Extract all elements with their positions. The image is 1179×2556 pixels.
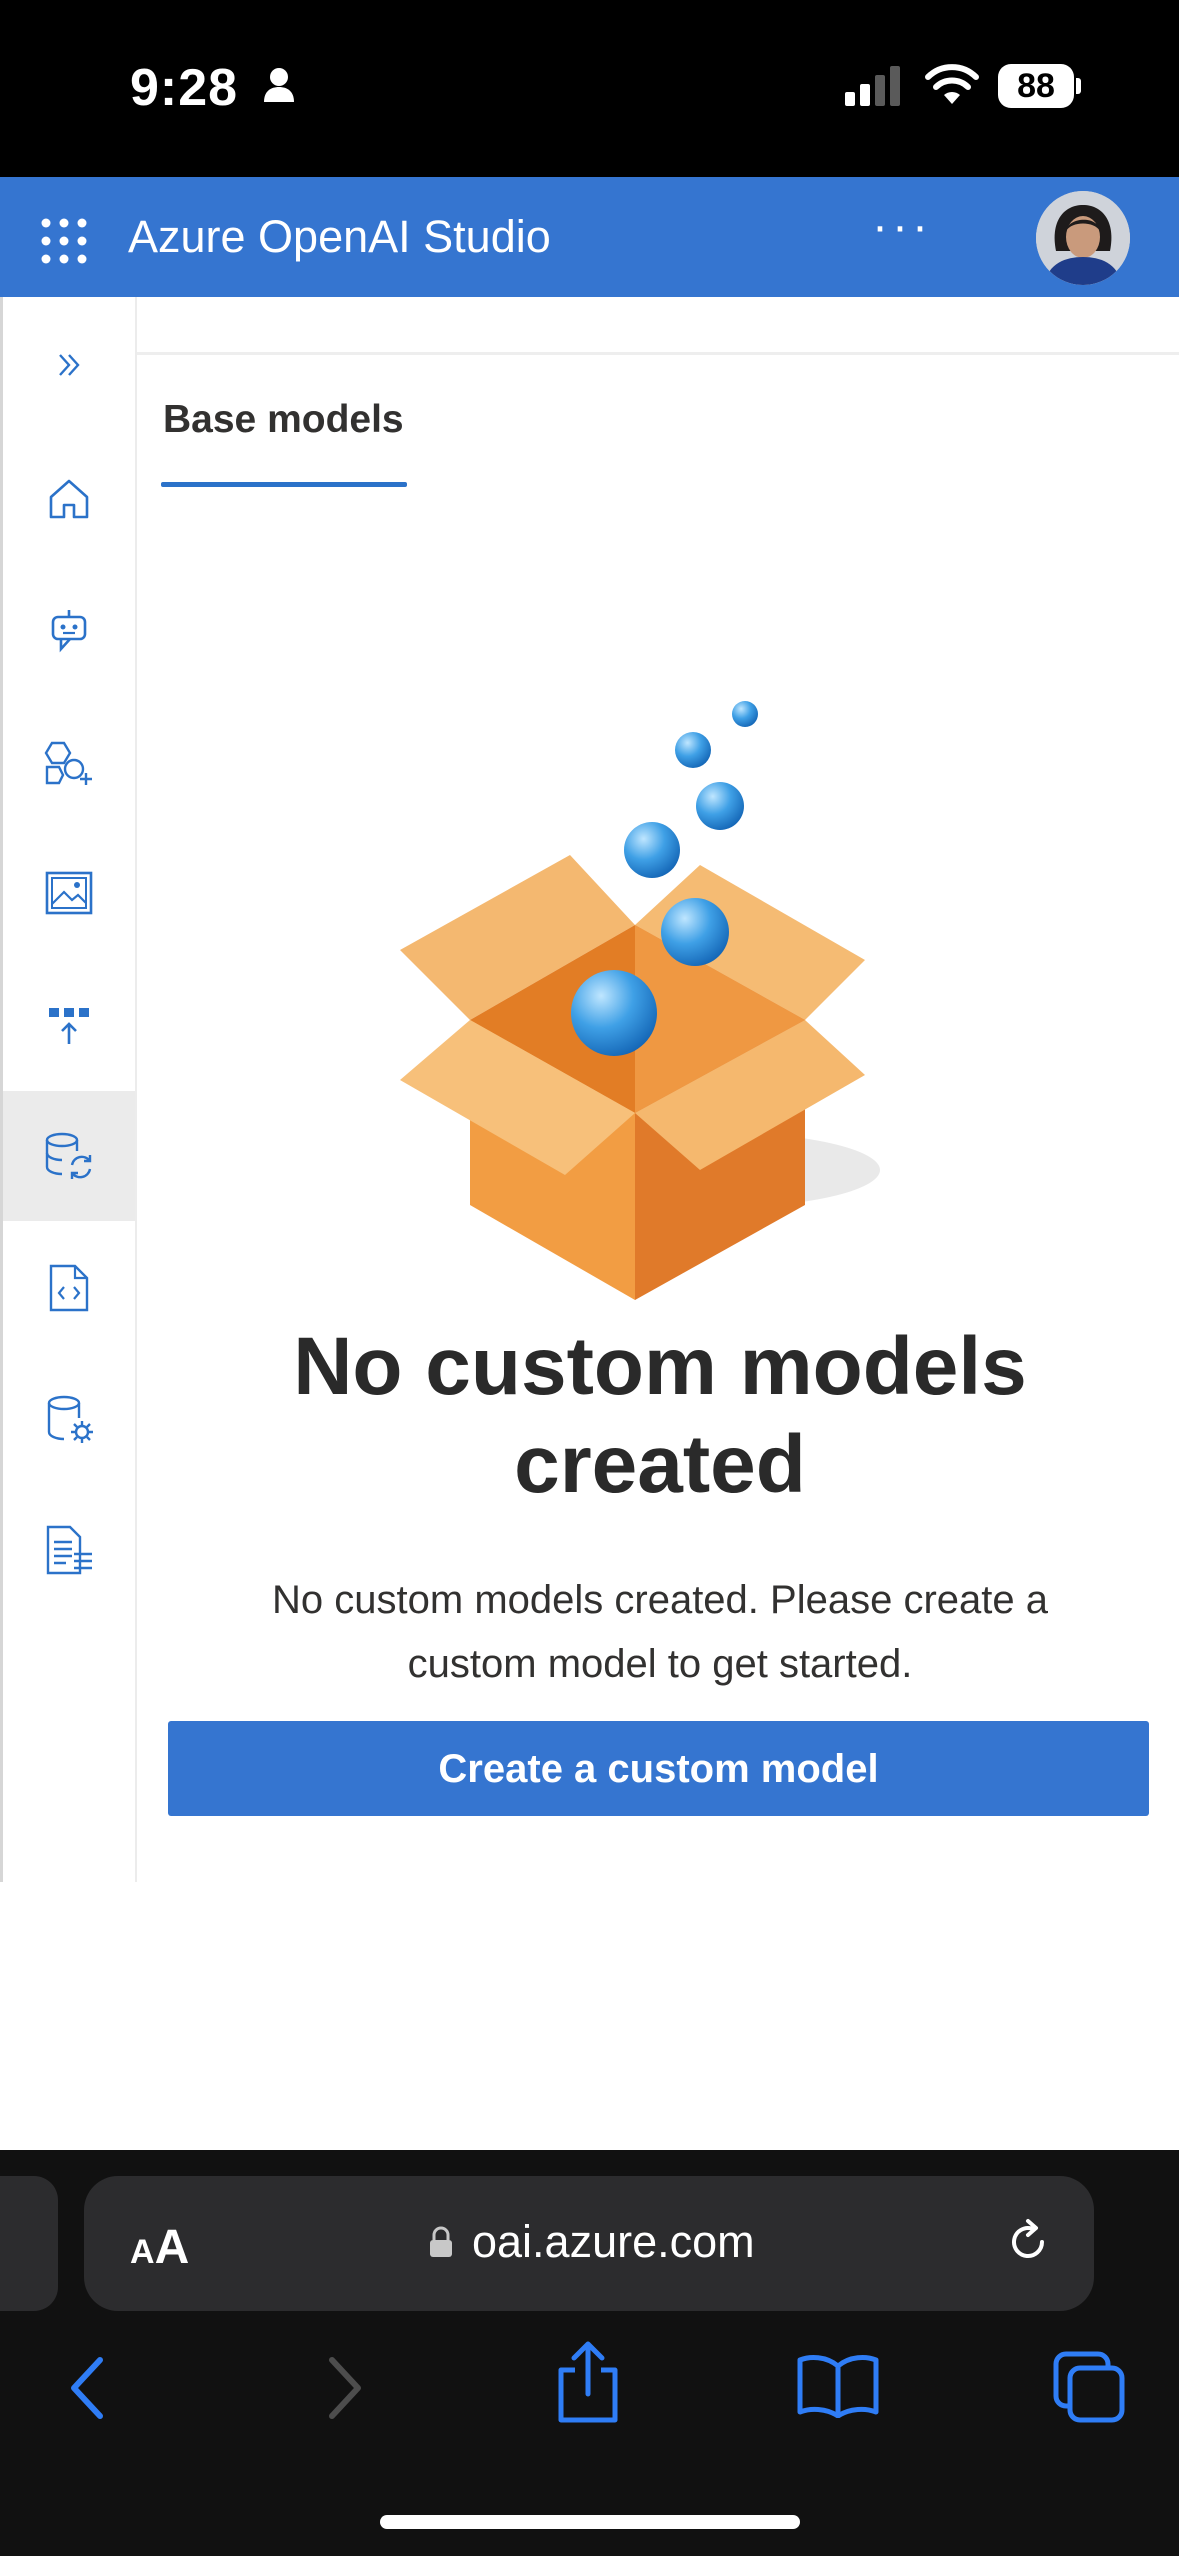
sidebar-item-images[interactable]	[3, 828, 135, 958]
image-icon	[45, 871, 93, 915]
app-header: Azure OpenAI Studio ···	[0, 177, 1179, 297]
battery-cap	[1076, 78, 1081, 94]
aa-small-label: A	[130, 2233, 155, 2271]
data-settings-icon	[47, 1395, 93, 1443]
reload-icon[interactable]	[1002, 2216, 1054, 2268]
aa-large-label: A	[154, 2221, 190, 2274]
home-icon	[49, 479, 89, 519]
sidebar-item-code[interactable]	[3, 1223, 135, 1353]
cellular-signal-icon	[845, 66, 900, 106]
empty-state-title: No custom models created	[293, 1321, 1027, 1510]
lock-icon	[430, 2226, 452, 2257]
models-sync-icon	[45, 1132, 92, 1179]
deployments-icon	[49, 1008, 89, 1044]
url-text: oai.azure.com	[472, 2216, 755, 2267]
sidebar-item-chat[interactable]	[3, 565, 135, 695]
tabs-icon[interactable]	[1052, 2350, 1126, 2424]
sidebar-item-data-files[interactable]	[3, 1354, 135, 1484]
status-bar: 9:28 88	[0, 0, 1179, 177]
share-icon[interactable]	[553, 2340, 623, 2424]
app-launcher-icon[interactable]	[40, 217, 88, 265]
sidebar-item-playground[interactable]	[3, 697, 135, 827]
chatbot-icon	[51, 610, 87, 653]
sidebar-item-quotas[interactable]	[3, 1485, 135, 1615]
sidebar-item-models[interactable]	[3, 1091, 135, 1221]
empty-state-description: No custom models created. Please create …	[272, 1578, 1048, 1686]
shapes-add-icon	[44, 741, 92, 785]
user-avatar[interactable]	[1036, 191, 1130, 285]
home-indicator	[380, 2515, 800, 2529]
back-icon[interactable]	[62, 2350, 114, 2426]
status-time: 9:28	[130, 59, 239, 117]
sidebar-item-deployments[interactable]	[3, 960, 135, 1090]
bookmarks-icon[interactable]	[796, 2352, 880, 2418]
content-divider	[137, 352, 1179, 355]
document-list-icon	[46, 1525, 92, 1575]
sidebar-item-home[interactable]	[3, 434, 135, 564]
battery-indicator: 88	[998, 64, 1074, 108]
person-icon	[264, 68, 294, 102]
avatar-photo	[1036, 191, 1130, 285]
address-bar[interactable]: AA oai.azure.com	[84, 2176, 1094, 2311]
wifi-icon	[925, 64, 979, 104]
create-custom-model-button[interactable]: Create a custom model	[168, 1721, 1149, 1816]
more-options-button[interactable]: ···	[872, 199, 932, 254]
previous-tab-preview[interactable]	[0, 2176, 58, 2311]
reader-settings-button[interactable]: AA	[130, 2220, 189, 2275]
expand-chevrons-icon	[59, 354, 80, 376]
sidebar-item-expand[interactable]	[3, 300, 135, 430]
empty-box-illustration	[400, 701, 880, 1300]
forward-icon[interactable]	[318, 2350, 370, 2426]
sidebar	[0, 297, 137, 1882]
tab-base-models[interactable]: Base models	[163, 398, 404, 442]
tab-active-indicator	[161, 482, 407, 487]
app-title: Azure OpenAI Studio	[128, 211, 551, 262]
code-file-icon	[49, 1264, 89, 1312]
